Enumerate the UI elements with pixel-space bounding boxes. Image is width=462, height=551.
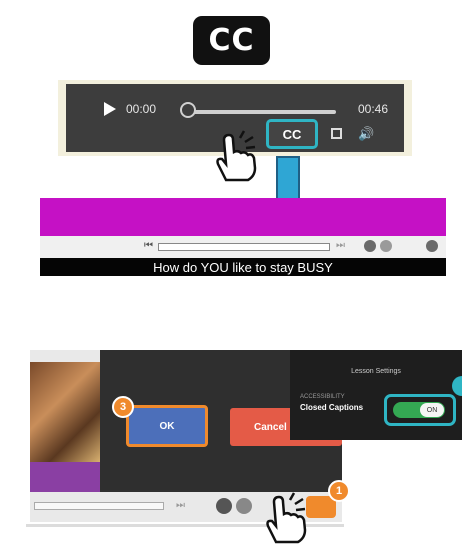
video-player-with-captions: ⏮ ⏭ How do YOU like to stay BUSY xyxy=(40,198,446,276)
volume-icon[interactable]: 🔊 xyxy=(358,126,374,142)
seek-bar[interactable] xyxy=(158,243,330,251)
menu-icon[interactable] xyxy=(426,240,438,252)
play-icon[interactable] xyxy=(216,498,232,514)
settings-icon[interactable] xyxy=(380,240,392,252)
toggle-state-label: ON xyxy=(420,403,444,417)
play-icon[interactable] xyxy=(364,240,376,252)
lesson-thumbnail xyxy=(30,362,100,462)
skip-forward-icon[interactable]: ⏭ xyxy=(336,240,345,251)
seek-knob[interactable] xyxy=(180,102,196,118)
seek-bar[interactable] xyxy=(34,502,164,510)
pointing-hand-icon xyxy=(208,126,266,190)
accessibility-label: ACCESSIBILITY xyxy=(300,394,345,400)
seek-bar[interactable] xyxy=(186,110,336,114)
play-icon[interactable] xyxy=(104,102,116,116)
duration: 00:46 xyxy=(358,102,389,116)
step-3-badge: 3 xyxy=(112,396,134,418)
volume-icon[interactable] xyxy=(236,498,252,514)
lesson-settings-panel: Lesson Settings ACCESSIBILITY Closed Cap… xyxy=(290,350,462,440)
closed-captions-label: Closed Captions xyxy=(300,403,364,412)
ok-button[interactable]: OK xyxy=(126,405,208,447)
closed-captions-button[interactable]: CC xyxy=(266,119,318,149)
step-1-badge: 1 xyxy=(328,480,350,502)
pointing-hand-icon xyxy=(258,488,316,551)
caption-text: How do YOU like to stay BUSY xyxy=(40,258,446,276)
fullscreen-icon[interactable] xyxy=(331,128,342,139)
settings-title: Lesson Settings xyxy=(351,368,401,375)
current-time: 00:00 xyxy=(126,102,157,116)
skip-forward-icon[interactable]: ⏭ xyxy=(176,500,185,511)
skip-back-icon[interactable]: ⏮ xyxy=(144,240,153,251)
video-frame xyxy=(40,198,446,236)
lesson-slide xyxy=(30,462,100,492)
cc-badge: CC xyxy=(193,16,270,65)
